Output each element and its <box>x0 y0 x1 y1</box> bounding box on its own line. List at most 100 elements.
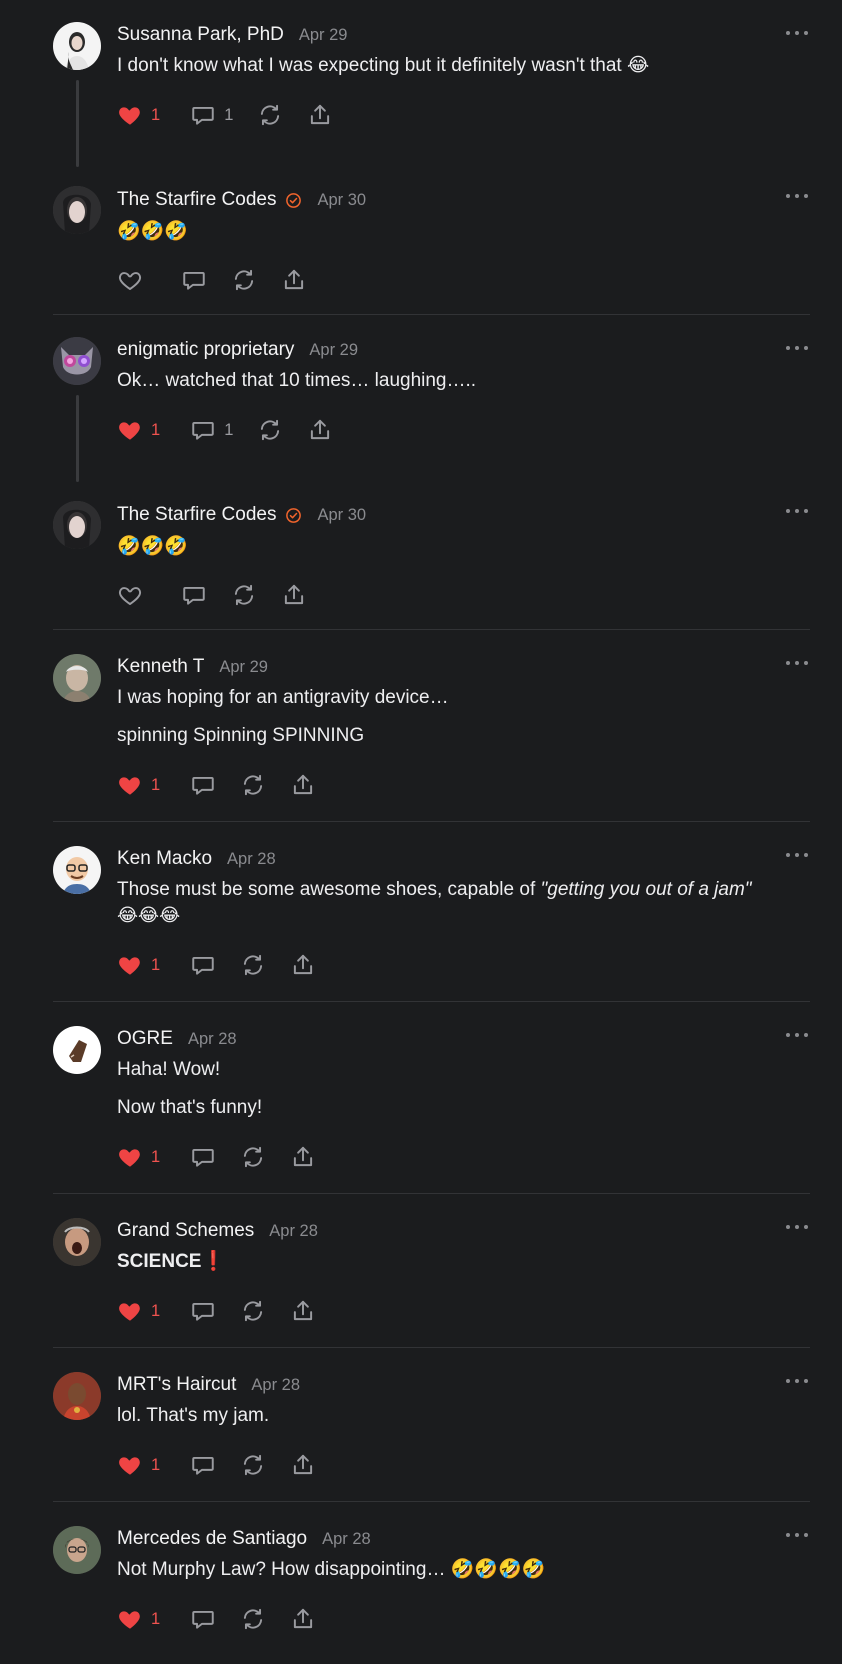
comment-date[interactable]: Apr 28 <box>251 1376 300 1395</box>
like-button[interactable]: 1 <box>117 1606 160 1632</box>
share-button[interactable] <box>290 1144 316 1170</box>
share-button[interactable] <box>290 1606 316 1632</box>
more-options-button[interactable] <box>786 1376 808 1386</box>
like-button[interactable]: 1 <box>117 102 160 128</box>
restack-button[interactable] <box>231 267 257 293</box>
restack-icon <box>240 772 266 798</box>
like-button[interactable]: 1 <box>117 1144 160 1170</box>
avatar[interactable] <box>53 1026 101 1074</box>
reply-button[interactable] <box>190 1144 216 1170</box>
author-name[interactable]: MRT's Haircut <box>117 1374 236 1396</box>
avatar[interactable] <box>53 654 101 702</box>
share-button[interactable] <box>290 772 316 798</box>
comment-text: Those must be some awesome shoes, capabl… <box>117 877 812 929</box>
like-button[interactable] <box>117 267 143 293</box>
reply-button[interactable] <box>190 1452 216 1478</box>
more-options-button[interactable] <box>786 658 808 668</box>
more-options-button[interactable] <box>786 1030 808 1040</box>
share-button[interactable] <box>307 102 333 128</box>
like-button[interactable]: 1 <box>117 417 160 443</box>
restack-button[interactable] <box>240 1144 266 1170</box>
more-options-button[interactable] <box>786 343 808 353</box>
restack-icon <box>240 1606 266 1632</box>
comment-date[interactable]: Apr 30 <box>317 191 366 210</box>
share-button[interactable] <box>290 1298 316 1324</box>
comment-text: SCIENCE❗ <box>117 1251 226 1272</box>
more-options-button[interactable] <box>786 191 808 201</box>
share-button[interactable] <box>281 267 307 293</box>
comment-date[interactable]: Apr 29 <box>299 26 348 45</box>
like-button[interactable]: 1 <box>117 772 160 798</box>
reply-button[interactable] <box>190 1298 216 1324</box>
reply-button[interactable] <box>181 267 207 293</box>
restack-button[interactable] <box>257 102 283 128</box>
reply-button[interactable] <box>190 1606 216 1632</box>
comment: Grand Schemes Apr 28 SCIENCE❗ 1 <box>0 1194 842 1347</box>
avatar[interactable] <box>53 337 101 385</box>
comment-bubble-icon <box>190 772 216 798</box>
reply-button[interactable] <box>190 772 216 798</box>
comment-text: Not Murphy Law? How disappointing… 🤣🤣🤣🤣 <box>117 1559 546 1580</box>
avatar[interactable] <box>53 186 101 234</box>
more-options-button[interactable] <box>786 1222 808 1232</box>
comment-text: Now that's funny! <box>117 1097 263 1118</box>
like-button[interactable]: 1 <box>117 952 160 978</box>
comment-date[interactable]: Apr 29 <box>219 658 268 677</box>
avatar[interactable] <box>53 22 101 70</box>
ellipsis-icon <box>786 1033 790 1037</box>
restack-button[interactable] <box>240 772 266 798</box>
avatar[interactable] <box>53 1372 101 1420</box>
share-upload-icon <box>290 1298 316 1324</box>
restack-button[interactable] <box>240 1606 266 1632</box>
author-name[interactable]: Mercedes de Santiago <box>117 1528 307 1550</box>
reply-button[interactable] <box>181 582 207 608</box>
like-button[interactable]: 1 <box>117 1298 160 1324</box>
reply-button[interactable] <box>190 952 216 978</box>
avatar[interactable] <box>53 1218 101 1266</box>
comment-date[interactable]: Apr 30 <box>317 506 366 525</box>
more-options-button[interactable] <box>786 1530 808 1540</box>
like-button[interactable]: 1 <box>117 1452 160 1478</box>
more-options-button[interactable] <box>786 850 808 860</box>
avatar[interactable] <box>53 1526 101 1574</box>
more-options-button[interactable] <box>786 506 808 516</box>
share-upload-icon <box>281 267 307 293</box>
comment-date[interactable]: Apr 28 <box>322 1530 371 1549</box>
like-button[interactable] <box>117 582 143 608</box>
share-upload-icon <box>307 417 333 443</box>
comment-date[interactable]: Apr 28 <box>227 850 276 869</box>
comment-date[interactable]: Apr 28 <box>188 1030 237 1049</box>
avatar[interactable] <box>53 846 101 894</box>
share-button[interactable] <box>307 417 333 443</box>
share-button[interactable] <box>290 952 316 978</box>
author-name[interactable]: enigmatic proprietary <box>117 339 294 361</box>
comment-date[interactable]: Apr 29 <box>309 341 358 360</box>
restack-button[interactable] <box>240 1452 266 1478</box>
ellipsis-icon <box>786 661 790 665</box>
author-name[interactable]: Kenneth T <box>117 656 204 678</box>
restack-button[interactable] <box>231 582 257 608</box>
author-name[interactable]: The Starfire Codes <box>117 504 276 526</box>
share-button[interactable] <box>281 582 307 608</box>
ellipsis-icon <box>786 346 790 350</box>
comment: OGRE Apr 28 Haha! Wow! Now that's funny!… <box>0 1002 842 1193</box>
author-name[interactable]: Susanna Park, PhD <box>117 24 284 46</box>
author-name[interactable]: Grand Schemes <box>117 1220 254 1242</box>
author-name[interactable]: OGRE <box>117 1028 173 1050</box>
more-options-button[interactable] <box>786 28 808 38</box>
avatar[interactable] <box>53 501 101 549</box>
restack-button[interactable] <box>240 1298 266 1324</box>
author-name[interactable]: Ken Macko <box>117 848 212 870</box>
share-upload-icon <box>290 1452 316 1478</box>
restack-button[interactable] <box>257 417 283 443</box>
reply-count: 1 <box>224 105 234 124</box>
reply-button[interactable]: 1 <box>190 102 233 128</box>
heart-icon <box>117 417 143 443</box>
author-name[interactable]: The Starfire Codes <box>117 189 276 211</box>
verified-badge-icon <box>285 507 302 524</box>
restack-icon <box>240 1298 266 1324</box>
comment-date[interactable]: Apr 28 <box>269 1222 318 1241</box>
share-button[interactable] <box>290 1452 316 1478</box>
restack-button[interactable] <box>240 952 266 978</box>
reply-button[interactable]: 1 <box>190 417 233 443</box>
